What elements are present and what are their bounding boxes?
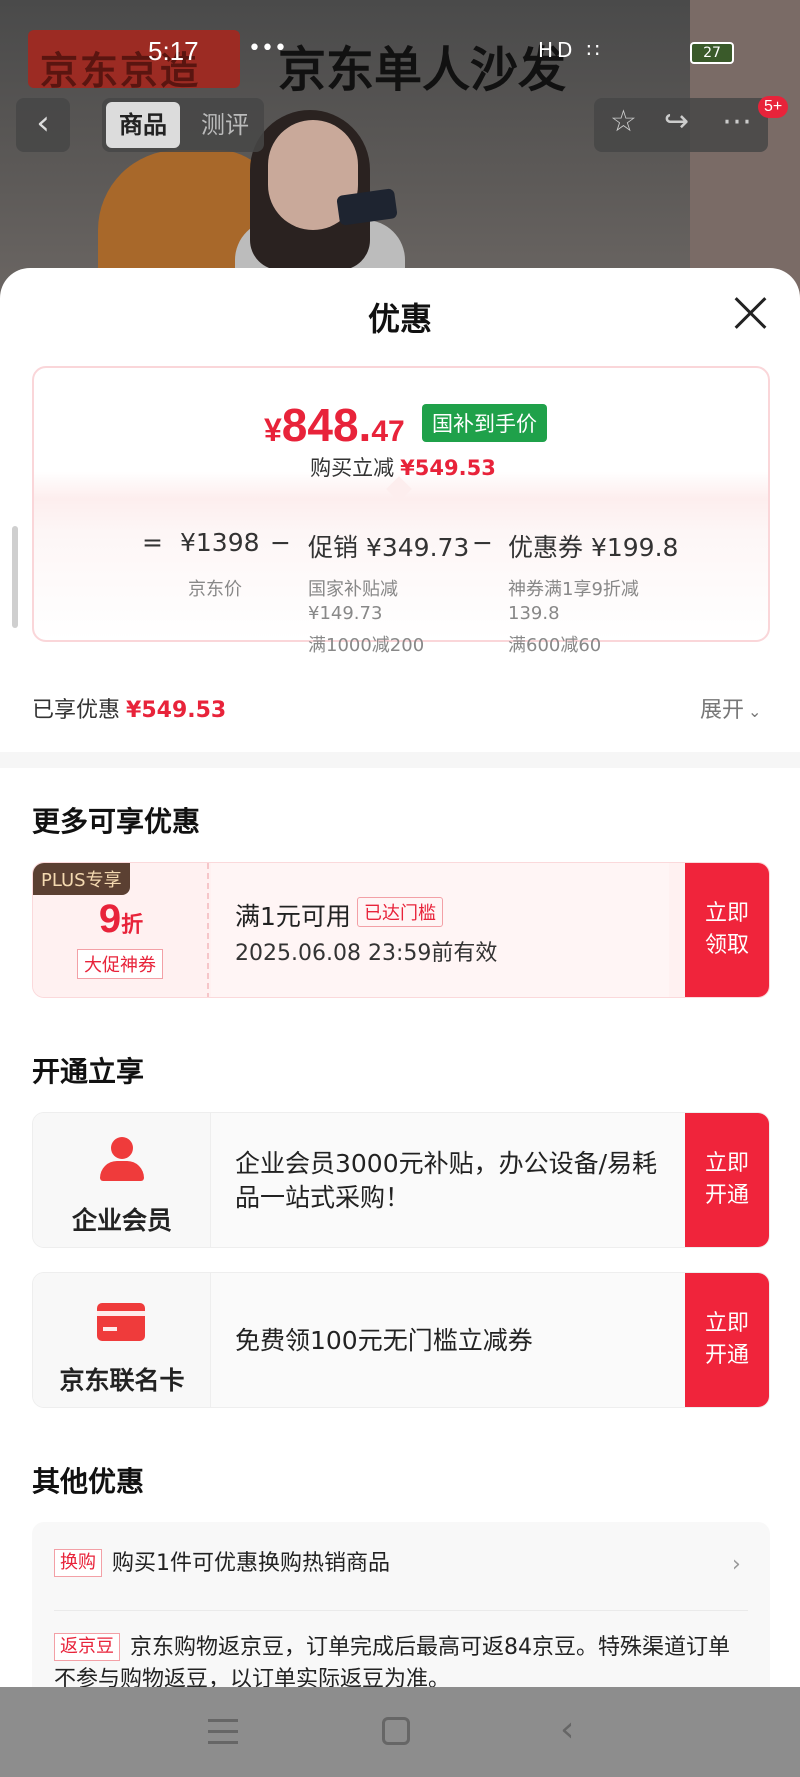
- share-icon[interactable]: ↪: [664, 104, 689, 139]
- phone-image: [336, 188, 398, 226]
- enjoyed-label: 已享优惠: [32, 698, 121, 723]
- system-nav-bar: ‹: [0, 1687, 800, 1777]
- enterprise-member-detail: 企业会员3000元补贴，办公设备/易耗品一站式采购！: [211, 1113, 687, 1247]
- credit-card-icon: [97, 1303, 145, 1341]
- status-bar: 5:17 ••• HD ∷ 27: [0, 36, 800, 76]
- enterprise-member-panel: 企业会员: [33, 1113, 211, 1247]
- cobrand-card-text: 免费领100元无门槛立减券: [235, 1326, 533, 1355]
- back-button[interactable]: ‹: [16, 98, 70, 152]
- enterprise-member-card: 企业会员 企业会员3000元补贴，办公设备/易耗品一站式采购！ 立即开通: [32, 1112, 770, 1248]
- chevron-left-icon: ‹: [36, 103, 50, 143]
- discount-unit: 折: [121, 913, 144, 938]
- plus-badge: PLUS专享: [33, 863, 130, 895]
- jingdou-tag: 返京豆: [54, 1633, 120, 1661]
- price-type-tag: 国补到手价: [422, 404, 547, 442]
- claim-label-1: 立即: [704, 901, 749, 926]
- coupon-validity: 2025.06.08 23:59前有效: [235, 941, 498, 966]
- open-label-1: 立即: [704, 1311, 749, 1336]
- saved-line: 购买立减 ¥549.53: [34, 452, 772, 482]
- promo-detail-2: ¥149.73: [308, 603, 383, 624]
- open-cobrand-button[interactable]: 立即 开通: [685, 1273, 769, 1407]
- final-price: ¥848.47: [264, 398, 405, 452]
- claim-coupon-button[interactable]: 立即 领取: [685, 863, 769, 997]
- price-breakdown-card: ¥848.47 国补到手价 购买立减 ¥549.53 = ¥1398 京东价 − …: [32, 366, 772, 656]
- exchange-tag: 换购: [54, 1549, 102, 1577]
- list-item-exchange[interactable]: 换购 购买1件可优惠换购热销商品: [54, 1548, 390, 1580]
- open-enterprise-button[interactable]: 立即 开通: [685, 1113, 769, 1247]
- price-decimal: 47: [371, 415, 405, 448]
- coupon-left-panel: PLUS专享 9折 大促神券: [33, 863, 209, 997]
- claim-label-2: 领取: [704, 933, 749, 958]
- chevron-right-icon[interactable]: ›: [732, 1552, 741, 1577]
- battery-icon: 27: [690, 42, 734, 64]
- scroll-indicator: [12, 526, 18, 628]
- coupon-detail-panel: 满1元可用 已达门槛 2025.06.08 23:59前有效: [211, 863, 669, 997]
- open-enjoy-title: 开通立享: [32, 1055, 145, 1088]
- close-icon[interactable]: [734, 296, 768, 330]
- discount-number: 9: [98, 897, 122, 941]
- sheet-title: 优惠: [367, 300, 432, 338]
- cobrand-card-detail: 免费领100元无门槛立减券: [211, 1273, 687, 1407]
- top-actions: ☆ ↪ ⋯: [594, 98, 768, 152]
- open-label-1: 立即: [704, 1151, 749, 1176]
- list-divider: [54, 1610, 748, 1611]
- status-dots: •••: [248, 36, 287, 61]
- exchange-text: 购买1件可优惠换购热销商品: [112, 1551, 390, 1576]
- more-offers-title: 更多可享优惠: [32, 805, 201, 838]
- tab-product[interactable]: 商品: [106, 102, 180, 148]
- list-item-jingdou: 返京豆 京东购物返京豆，订单完成后最高可返84京豆。特殊渠道订单不参与购物返豆，以…: [54, 1632, 744, 1688]
- enterprise-member-text: 企业会员3000元补贴，办公设备/易耗品一站式采购！: [235, 1149, 658, 1212]
- enjoyed-value: ¥549.53: [126, 698, 227, 723]
- expand-button[interactable]: 展开 ⌄: [700, 692, 761, 724]
- cobrand-card: 京东联名卡 免费领100元无门槛立减券 立即开通: [32, 1272, 770, 1408]
- other-offers-list: 换购 购买1件可优惠换购热销商品 › 返京豆 京东购物返京豆，订单完成后最高可返84…: [32, 1522, 770, 1688]
- user-icon: [99, 1137, 145, 1183]
- price-integer: 848.: [281, 399, 372, 451]
- coupon-value: 优惠券 ¥199.8: [508, 533, 679, 562]
- cobrand-card-label: 京东联名卡: [59, 1366, 185, 1395]
- back-icon[interactable]: ‹: [560, 1709, 574, 1750]
- minus-sign-1: −: [270, 528, 291, 557]
- saved-label: 购买立减: [310, 456, 395, 480]
- promo-value: 促销 ¥349.73: [308, 533, 470, 562]
- more-icon[interactable]: ⋯: [722, 104, 752, 139]
- coupon-state-tag: 已达门槛: [357, 897, 443, 927]
- jingdou-text: 京东购物返京豆，订单完成后最高可返84京豆。特殊渠道订单不参与购物返豆，以订单实…: [54, 1635, 730, 1688]
- home-icon[interactable]: [382, 1717, 410, 1745]
- coupon-detail-2: 139.8: [508, 603, 560, 624]
- star-icon[interactable]: ☆: [610, 104, 637, 139]
- minus-sign-2: −: [472, 528, 493, 557]
- cobrand-card-panel: 京东联名卡: [33, 1273, 211, 1407]
- message-badge: 5+: [758, 96, 789, 118]
- base-price-label: 京东价: [188, 579, 242, 600]
- coupon-detail-1: 神券满1享9折减: [508, 579, 639, 600]
- plus-coupon: PLUS专享 9折 大促神券 满1元可用 已达门槛 2025.06.08 23:…: [32, 862, 770, 998]
- saved-value: ¥549.53: [400, 456, 496, 480]
- coupon-detail-3: 满600减60: [508, 635, 602, 656]
- equals-sign: =: [142, 528, 163, 557]
- discount-sheet: 优惠 ¥848.47 国补到手价 购买立减 ¥549.53 = ¥1398 京东价…: [0, 268, 800, 1688]
- coupon-discount: 9折: [33, 897, 209, 942]
- signal-wifi-icon: HD ∷: [538, 38, 604, 62]
- expand-label: 展开: [700, 698, 745, 723]
- other-offers-title: 其他优惠: [32, 1465, 145, 1498]
- menu-icon[interactable]: [208, 1719, 238, 1745]
- coupon-kind-tag: 大促神券: [77, 949, 163, 979]
- tab-review[interactable]: 测评: [190, 102, 260, 148]
- section-divider: [0, 752, 800, 768]
- promo-detail-1: 国家补贴减: [308, 579, 398, 600]
- open-label-2: 开通: [704, 1343, 749, 1368]
- open-label-2: 开通: [704, 1183, 749, 1208]
- enjoyed-discount: 已享优惠 ¥549.53: [32, 692, 226, 724]
- coupon-condition: 满1元可用: [235, 902, 351, 931]
- promo-detail-3: 满1000减200: [308, 635, 425, 656]
- price-currency: ¥: [264, 412, 282, 448]
- product-tabs: 商品 测评: [102, 98, 264, 152]
- enterprise-member-label: 企业会员: [71, 1206, 172, 1235]
- status-time: 5:17: [148, 36, 199, 66]
- chevron-down-icon: ⌄: [748, 702, 762, 721]
- base-price: ¥1398: [180, 528, 260, 557]
